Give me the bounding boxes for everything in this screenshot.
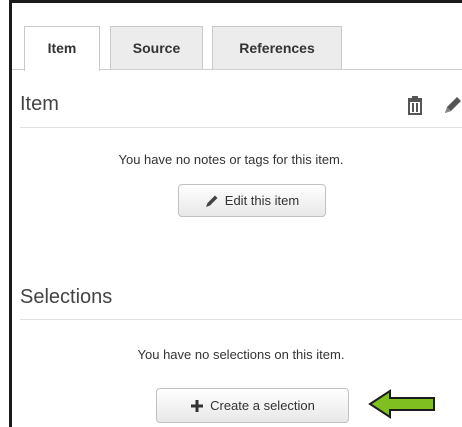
tab-references[interactable]: References xyxy=(212,26,342,69)
edit-item-button-label: Edit this item xyxy=(224,193,300,208)
selections-section-title: Selections xyxy=(20,286,113,308)
green-arrow-icon xyxy=(368,389,436,419)
item-panel: Item Source References Item You have no … xyxy=(9,0,462,427)
pencil-icon xyxy=(205,194,219,208)
item-empty-message: You have no notes or tags for this item. xyxy=(118,152,344,167)
create-selection-button[interactable]: Create a selection xyxy=(156,388,349,423)
selections-empty-message: You have no selections on this item. xyxy=(137,347,345,362)
item-section-title: Item xyxy=(20,93,59,115)
tab-bar: Item Source References xyxy=(12,3,462,71)
pencil-icon[interactable] xyxy=(441,95,462,115)
trash-icon[interactable] xyxy=(406,95,424,115)
tab-source[interactable]: Source xyxy=(110,26,203,69)
plus-icon xyxy=(190,399,204,413)
create-selection-button-label: Create a selection xyxy=(210,398,315,413)
item-divider xyxy=(20,127,462,128)
page: Item Source References Item You have no … xyxy=(0,0,462,427)
selections-divider xyxy=(20,319,462,320)
tab-item[interactable]: Item xyxy=(24,26,100,71)
edit-item-button[interactable]: Edit this item xyxy=(178,184,326,217)
